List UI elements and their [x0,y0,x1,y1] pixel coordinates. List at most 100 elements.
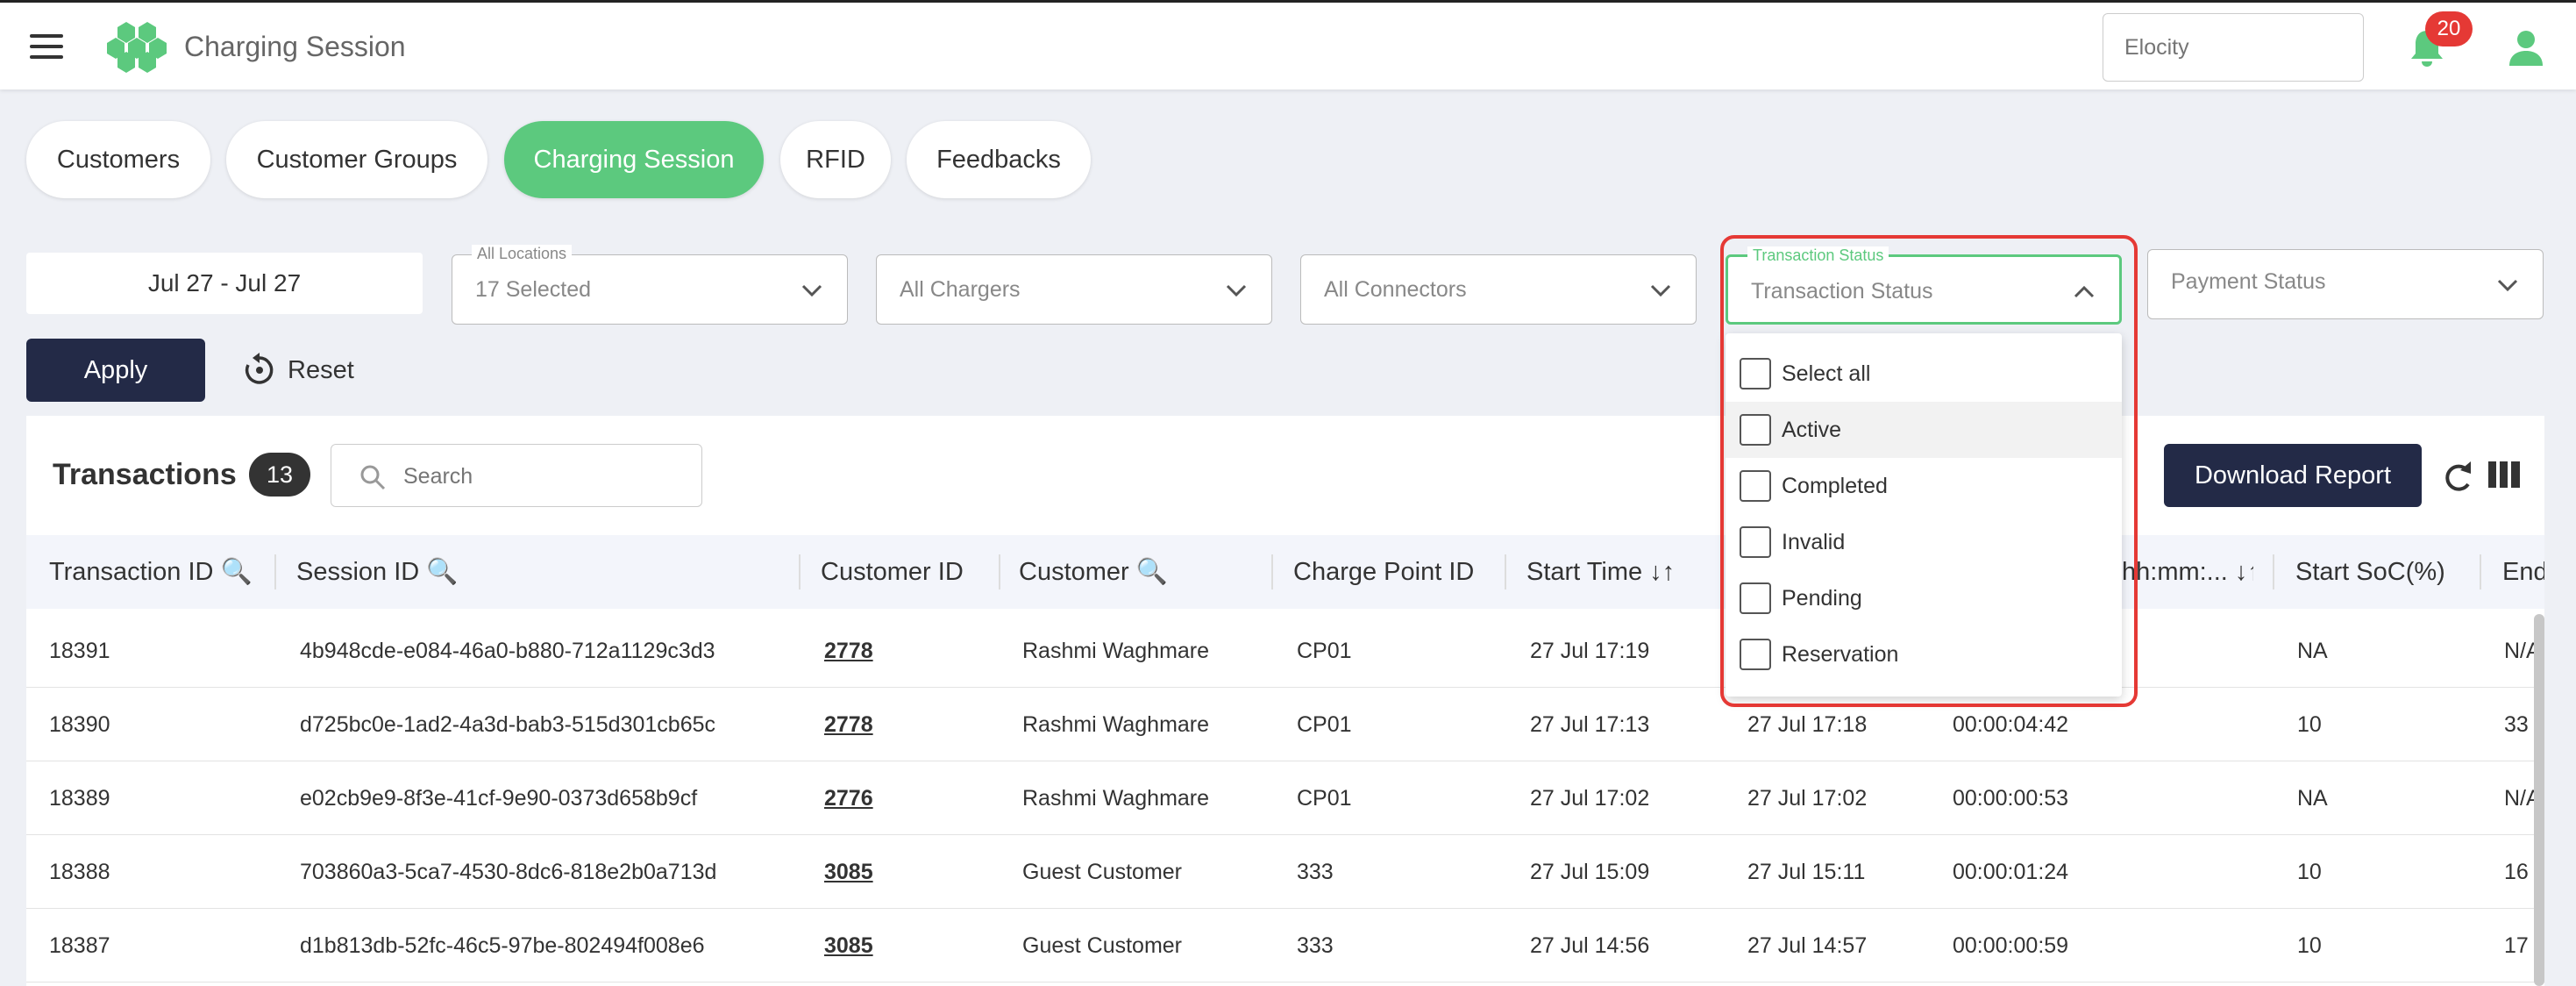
cell-charge-point-id: CP01 [1297,786,1352,811]
reset-label: Reset [288,356,354,384]
tab-customers[interactable]: Customers [26,121,210,198]
page-title: Charging Session [184,31,406,62]
cell-session-id: 4b948cde-e084-46a0-b880-712a1129c3d3 [300,639,715,663]
table-row[interactable]: 18389 e02cb9e9-8f3e-41cf-9e90-0373d658b9c… [26,761,2544,835]
tab-customer-groups[interactable]: Customer Groups [226,121,487,198]
refresh-icon[interactable] [2439,458,2474,497]
cell-customer-id[interactable]: 3085 [824,835,956,909]
payment-status-value: Payment Status [2171,269,2326,294]
cell-customer: Guest Customer [1022,933,1183,958]
column-start-time[interactable]: Start Time ↓↑ [1526,535,1719,609]
top-bar: Charging Session 20 [0,0,2576,89]
column-customer-id[interactable]: Customer ID [821,535,1005,609]
table-row[interactable]: 18390 d725bc0e-1ad2-4a3d-bab3-515d301cb65… [26,688,2544,761]
cell-start-time: 27 Jul 14:56 [1530,933,1650,958]
annotation-highlight-box [1720,235,2138,707]
cell-transaction-id: 18387 [49,933,110,958]
locations-select[interactable]: All Locations 17 Selected [452,245,848,325]
cell-transaction-id: 18389 [49,786,110,811]
column-end-soc[interactable]: End [2502,535,2544,609]
cell-transaction-id: 18390 [49,712,110,737]
transactions-panel: Transactions 13 Download Report Transact… [26,416,2544,986]
column-label: Transaction ID [49,558,214,586]
cell-transaction-id: 18391 [49,639,110,663]
cell-duration: 00:00:00:53 [1953,786,2069,811]
table-row[interactable]: 18388 703860a3-5ca7-4530-8dc6-818e2b0a713… [26,835,2544,909]
download-report-button[interactable]: Download Report [2164,444,2422,507]
column-label: hh:mm:... [2122,558,2228,586]
transactions-title: Transactions [53,458,237,491]
tab-rfid[interactable]: RFID [780,121,891,198]
cell-end-time: 27 Jul 14:57 [1747,933,1868,958]
table-header: Transaction ID 🔍 Session ID 🔍 Customer I… [26,535,2544,609]
cell-customer: Rashmi Waghmare [1022,712,1210,737]
locations-label: All Locations [472,245,573,263]
table-scrollbar[interactable] [2534,614,2544,986]
cell-duration: 00:00:00:59 [1953,933,2069,958]
column-start-soc[interactable]: Start SoC(%) [2295,535,2488,609]
cell-session-id: d1b813db-52fc-46c5-97be-802494f008e6 [300,933,705,958]
search-field[interactable] [331,444,702,507]
cell-transaction-id: 18388 [49,860,110,884]
user-icon[interactable] [2508,29,2544,66]
cell-duration: 00:00:01:24 [1953,860,2069,884]
column-session-id[interactable]: Session ID 🔍 [296,535,551,609]
chevron-down-icon [1226,284,1247,297]
cell-end-time: 27 Jul 15:11 [1747,860,1866,884]
cell-customer: Rashmi Waghmare [1022,639,1210,663]
cell-customer: Guest Customer [1022,860,1183,884]
reset-icon [245,353,274,384]
column-charge-point-id[interactable]: Charge Point ID [1293,535,1504,609]
cell-customer-id[interactable]: 2776 [824,761,956,835]
cell-session-id: 703860a3-5ca7-4530-8dc6-818e2b0a713d [300,860,717,884]
menu-icon[interactable] [30,34,63,59]
date-range-picker[interactable]: Jul 27 - Jul 27 [26,253,423,314]
column-customer[interactable]: Customer 🔍 [1019,535,1194,609]
tab-charging-session[interactable]: Charging Session [504,121,764,198]
column-label: Customer [1019,558,1129,586]
organization-input[interactable] [2103,13,2364,82]
columns-icon[interactable] [2488,461,2520,488]
column-label: Session ID [296,558,420,586]
cell-start-soc: NA [2297,639,2328,663]
search-input[interactable] [403,459,684,494]
cell-session-id: e02cb9e9-8f3e-41cf-9e90-0373d658b9cf [300,786,698,811]
cell-end-time: 27 Jul 17:02 [1747,786,1868,811]
cell-charge-point-id: 333 [1297,860,1334,884]
column-transaction-id[interactable]: Transaction ID 🔍 [49,535,260,609]
search-icon [360,465,386,490]
cell-charge-point-id: CP01 [1297,639,1352,663]
table-row[interactable]: 18391 4b948cde-e084-46a0-b880-712a1129c3d… [26,614,2544,688]
column-label: Start Time [1526,558,1643,586]
cell-customer-id[interactable]: 2778 [824,614,956,688]
cell-customer-id[interactable]: 2778 [824,688,956,761]
table-row[interactable]: 18387 d1b813db-52fc-46c5-97be-802494f008e… [26,909,2544,982]
cell-start-soc: 10 [2297,712,2322,737]
payment-status-select[interactable]: Payment Status [2147,249,2544,319]
cell-start-time: 27 Jul 17:02 [1530,786,1650,811]
logo-icon [107,22,167,73]
chevron-down-icon [2497,279,2518,292]
cell-start-time: 27 Jul 15:09 [1530,860,1650,884]
cell-customer-id[interactable]: 3085 [824,909,956,982]
notification-badge: 20 [2425,11,2473,46]
chevron-down-icon [1650,284,1671,297]
cell-customer: Rashmi Waghmare [1022,786,1210,811]
locations-value: 17 Selected [475,277,592,302]
chargers-select[interactable]: All Chargers [876,254,1272,325]
cell-session-id: d725bc0e-1ad2-4a3d-bab3-515d301cb65c [300,712,716,737]
cell-start-time: 27 Jul 17:19 [1530,639,1650,663]
apply-button[interactable]: Apply [26,339,205,402]
cell-start-soc: 10 [2297,860,2322,884]
cell-start-time: 27 Jul 17:13 [1530,712,1650,737]
chevron-down-icon [801,284,822,297]
transactions-count-badge: 13 [249,453,310,497]
chargers-value: All Chargers [900,277,1021,302]
cell-charge-point-id: 333 [1297,933,1334,958]
tab-feedbacks[interactable]: Feedbacks [907,121,1091,198]
column-duration[interactable]: hh:mm:... ↓↑ [2122,535,2253,609]
connectors-select[interactable]: All Connectors [1300,254,1697,325]
cell-charge-point-id: CP01 [1297,712,1352,737]
connectors-value: All Connectors [1324,277,1467,302]
cell-start-soc: 10 [2297,933,2322,958]
